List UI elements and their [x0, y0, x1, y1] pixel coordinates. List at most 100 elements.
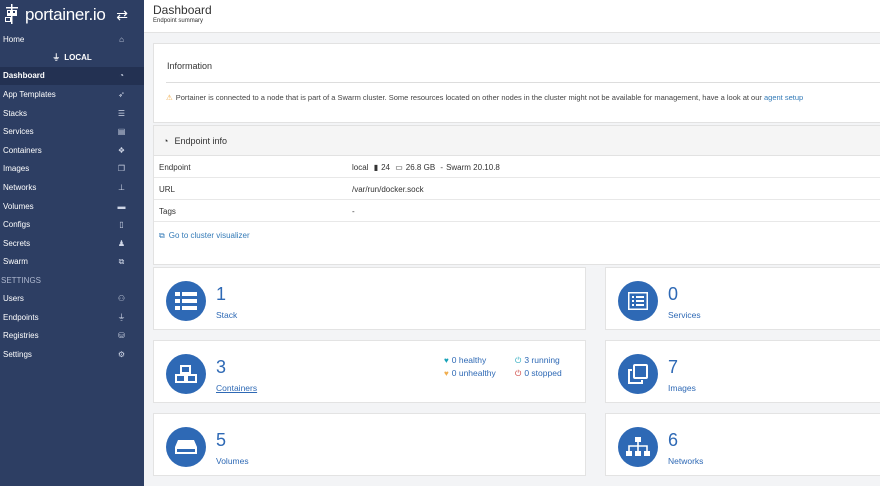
home-icon: ⌂ [119, 34, 124, 44]
endpoint-name: local [352, 163, 369, 172]
clone-icon [618, 354, 658, 394]
running-count: 3 running [524, 355, 560, 365]
sidebar-item-label: Registries [3, 331, 39, 341]
sidebar-item-users[interactable]: Users ⚇ [0, 289, 144, 308]
sidebar-item-label: Secrets [3, 238, 31, 248]
images-label: Images [668, 383, 696, 393]
logo-text: portainer.io [25, 5, 106, 24]
list-icon [166, 281, 206, 321]
images-card[interactable]: 7 Images [605, 340, 880, 403]
endpoint-version: Swarm 20.10.8 [446, 163, 500, 172]
sidebar-item-volumes[interactable]: Volumes ▬ [0, 197, 144, 216]
plug-icon: ⏚ [117, 312, 126, 322]
volumes-count: 5 [216, 430, 227, 450]
sidebar-item-home[interactable]: Home ⌂ [0, 30, 144, 49]
object-group-icon: ⧉ [159, 231, 165, 240]
warning-icon: ⚠ [166, 93, 173, 102]
sidebar-item-stacks[interactable]: Stacks ☰ [0, 104, 144, 123]
sidebar-item-endpoints[interactable]: Endpoints ⏚ [0, 308, 144, 327]
url-row: URL /var/run/docker.sock [154, 178, 880, 200]
page-subtitle: Endpoint summary [153, 18, 204, 24]
sidebar-item-secrets[interactable]: Secrets ♟ [0, 234, 144, 253]
services-label: Services [668, 310, 701, 320]
endpoint-key: Endpoint [159, 163, 191, 172]
sidebar-item-label: Swarm [3, 257, 28, 267]
endpoint-memory: 26.8 GB [405, 163, 436, 172]
object-group-icon: ⧉ [118, 256, 125, 266]
agent-setup-link[interactable]: agent setup [764, 93, 803, 102]
cubes-icon: ❖ [117, 145, 126, 155]
tachometer-icon: ◔ [163, 135, 169, 146]
clone-icon: ❐ [117, 164, 126, 174]
page-header: Dashboard Endpoint summary [144, 0, 880, 33]
portainer-logo-icon [5, 4, 18, 24]
endpoint-row: Endpoint local ▮ 24 ▭ 26.8 GB - Swarm 20.10… [154, 156, 880, 178]
endpoint-cpu: 24 [381, 163, 390, 172]
cpu-icon: ▮ [373, 163, 379, 172]
sidebar: portainer.io ⇄ Home ⌂ ⏚ LOCAL Dashboard … [0, 0, 144, 486]
stack-count: 1 [216, 284, 227, 304]
stopped-count: 0 stopped [524, 368, 562, 378]
sidebar-item-label: Images [3, 164, 30, 174]
sidebar-item-dashboard[interactable]: Dashboard ◔ [0, 66, 144, 86]
cogs-icon: ⚙ [117, 349, 126, 359]
sidebar-item-networks[interactable]: Networks ⊥ [0, 178, 144, 197]
url-key: URL [159, 185, 176, 194]
containers-stopped: ⏻ 0 stopped [515, 368, 562, 379]
healthy-count: 0 healthy [451, 355, 487, 365]
tags-value: - [352, 207, 355, 216]
networks-card[interactable]: 6 Networks [605, 413, 880, 476]
sidebar-item-label: Volumes [3, 201, 34, 211]
cluster-visualizer-link[interactable]: ⧉ Go to cluster visualizer [159, 231, 250, 241]
images-count: 7 [668, 357, 679, 377]
sidebar-item-configs[interactable]: Configs ▯ [0, 215, 144, 234]
services-card[interactable]: 0 Services [605, 267, 880, 330]
endpoint-local-header: ⏚ LOCAL [0, 49, 144, 67]
sidebar-item-label: Containers [3, 145, 42, 155]
information-text: Portainer is connected to a node that is… [175, 93, 762, 102]
cluster-visualizer-label: Go to cluster visualizer [168, 231, 250, 240]
information-title: Information [167, 61, 213, 71]
volumes-card[interactable]: 5 Volumes [153, 413, 586, 476]
list-alt-icon [618, 281, 658, 321]
list-alt-icon: ▤ [117, 127, 126, 137]
sidebar-item-registries[interactable]: Registries ⛁ [0, 326, 144, 345]
rocket-icon: ➶ [118, 89, 125, 99]
containers-card[interactable]: 3 Containers ♥ 0 healthy ♥ 0 unhealthy ⏻ 3 … [153, 340, 586, 403]
settings-section-header: SETTINGS [1, 275, 42, 285]
main-content: Information ⚠ Portainer is connected to a… [144, 33, 880, 486]
tags-row: Tags - [154, 200, 880, 222]
endpoint-info-header: ◔ Endpoint info [154, 126, 880, 156]
sidebar-item-images[interactable]: Images ❐ [0, 160, 144, 179]
sidebar-item-label: Networks [3, 182, 37, 192]
sidebar-item-swarm[interactable]: Swarm ⧉ [0, 253, 144, 272]
containers-running: ⏻ 3 running [515, 355, 560, 366]
sidebar-item-label: Endpoints [3, 312, 39, 322]
database-icon: ⛁ [118, 331, 125, 341]
services-count: 0 [668, 284, 679, 304]
stack-card[interactable]: 1 Stack [153, 267, 586, 330]
endpoint-info-title: Endpoint info [174, 135, 227, 146]
unhealthy-count: 0 unhealthy [451, 368, 496, 378]
memory-icon: ▭ [395, 163, 403, 172]
power-icon: ⏻ [515, 369, 522, 378]
heartbeat-icon: ♥ [444, 356, 449, 365]
information-text-line: ⚠ Portainer is connected to a node that i… [166, 93, 803, 102]
sidebar-item-settings[interactable]: Settings ⚙ [0, 345, 144, 364]
endpoint-name: LOCAL [64, 53, 92, 63]
tachometer-icon: ◔ [119, 71, 124, 81]
containers-unhealthy: ♥ 0 unhealthy [444, 368, 496, 378]
hdd-icon: ▬ [117, 201, 126, 211]
endpoint-value: local ▮ 24 ▭ 26.8 GB - Swarm 20.10.8 [352, 163, 500, 172]
sidebar-item-app-templates[interactable]: App Templates ➶ [0, 85, 144, 104]
users-icon: ⚇ [117, 293, 126, 303]
sidebar-item-containers[interactable]: Containers ❖ [0, 141, 144, 160]
cubes-icon [166, 354, 206, 394]
stack-label: Stack [216, 310, 238, 320]
sidebar-item-label: Dashboard [3, 71, 45, 81]
sidebar-item-label: Settings [3, 349, 32, 359]
hdd-icon [166, 427, 206, 467]
sidebar-item-services[interactable]: Services ▤ [0, 122, 144, 141]
user-secret-icon: ♟ [117, 238, 126, 248]
switch-endpoint-icon[interactable]: ⇄ [116, 7, 128, 24]
